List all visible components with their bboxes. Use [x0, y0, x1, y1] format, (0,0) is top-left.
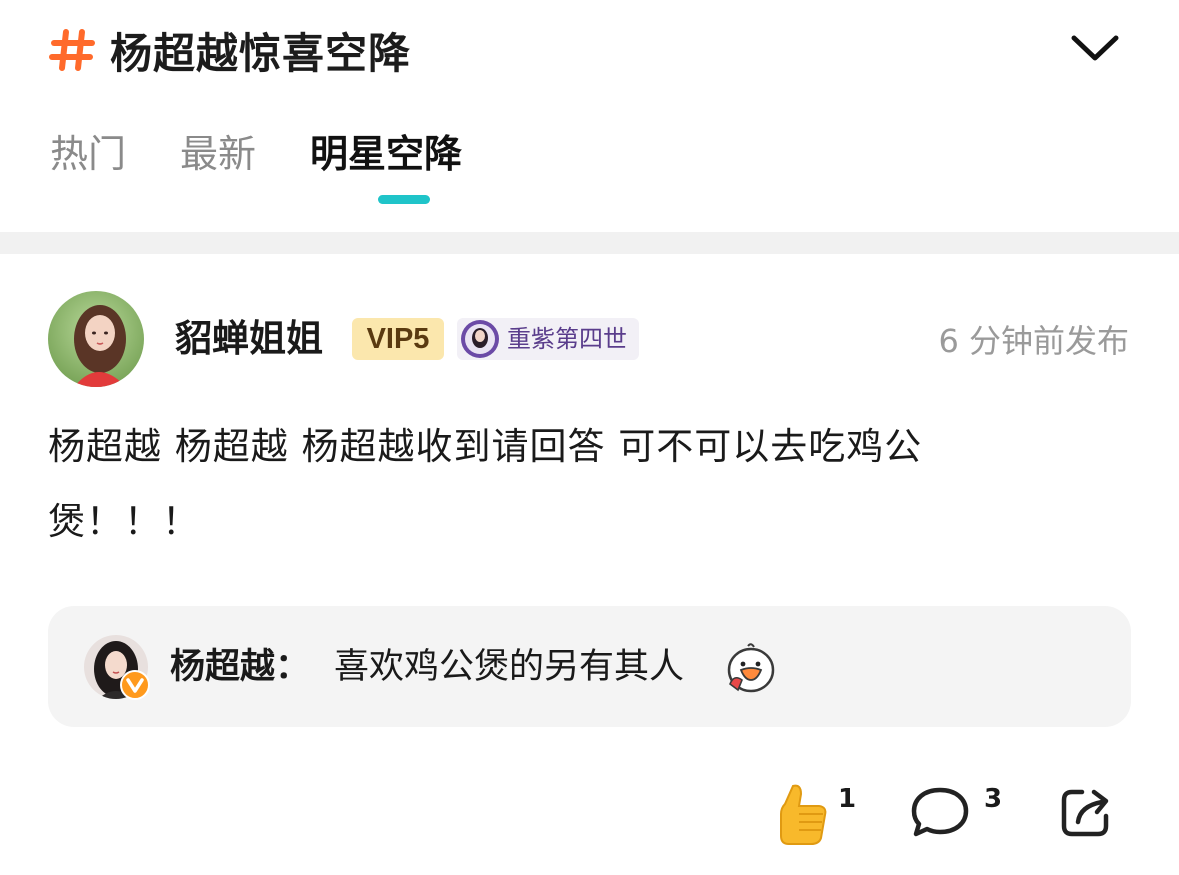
comment-count: 3: [984, 784, 1003, 814]
thumbs-up-icon[interactable]: [771, 782, 829, 846]
verified-v-icon: [120, 670, 150, 700]
tab-hot[interactable]: 热门: [50, 126, 126, 182]
active-tab-indicator: [378, 195, 430, 204]
tab-bar: 热门 最新 明星空降: [50, 126, 516, 182]
star-reply-box[interactable]: 杨超越： 喜欢鸡公煲的另有其人: [48, 606, 1131, 727]
medal-avatar-icon: [461, 320, 499, 358]
chevron-down-icon[interactable]: [1066, 26, 1124, 70]
hash-icon: [49, 29, 95, 71]
duck-emoji-icon: [727, 643, 775, 693]
reply-author-name[interactable]: 杨超越：: [170, 642, 310, 692]
comment-icon[interactable]: [910, 784, 970, 840]
tab-star-drop[interactable]: 明星空降: [310, 126, 462, 182]
like-count: 1: [838, 784, 857, 814]
reply-separator: ：: [275, 647, 311, 687]
medal-label: 重紫第四世: [507, 325, 627, 353]
medal-badge[interactable]: 重紫第四世: [457, 318, 639, 360]
post-time: 6 分钟前发布: [938, 322, 1129, 360]
reply-author-label: 杨超越: [170, 647, 276, 687]
reply-text: 喜欢鸡公煲的另有其人: [334, 647, 685, 687]
share-icon[interactable]: [1058, 784, 1114, 840]
topic-header: 杨超越惊喜空降 热门 最新 明星空降: [0, 0, 1179, 232]
post-content-line: 煲！！！: [48, 500, 200, 543]
tab-latest[interactable]: 最新: [180, 126, 256, 182]
post-card: 貂蝉姐姐 VIP5 重紫第四世 6 分钟前发布 杨超越 杨超越 杨超越收到请回答…: [0, 254, 1179, 875]
author-avatar[interactable]: [48, 291, 144, 387]
topic-title-row: 杨超越惊喜空降: [48, 18, 411, 82]
vip-badge: VIP5: [352, 318, 444, 360]
post-content: 杨超越 杨超越 杨超越收到请回答 可不可以去吃鸡公 煲！！！: [48, 419, 1128, 549]
post-content-line: 杨超越 杨超越 杨超越收到请回答 可不可以去吃鸡公: [48, 425, 923, 468]
section-divider: [0, 232, 1179, 254]
author-name[interactable]: 貂蝉姐姐: [175, 314, 323, 364]
topic-title: 杨超越惊喜空降: [110, 28, 412, 78]
